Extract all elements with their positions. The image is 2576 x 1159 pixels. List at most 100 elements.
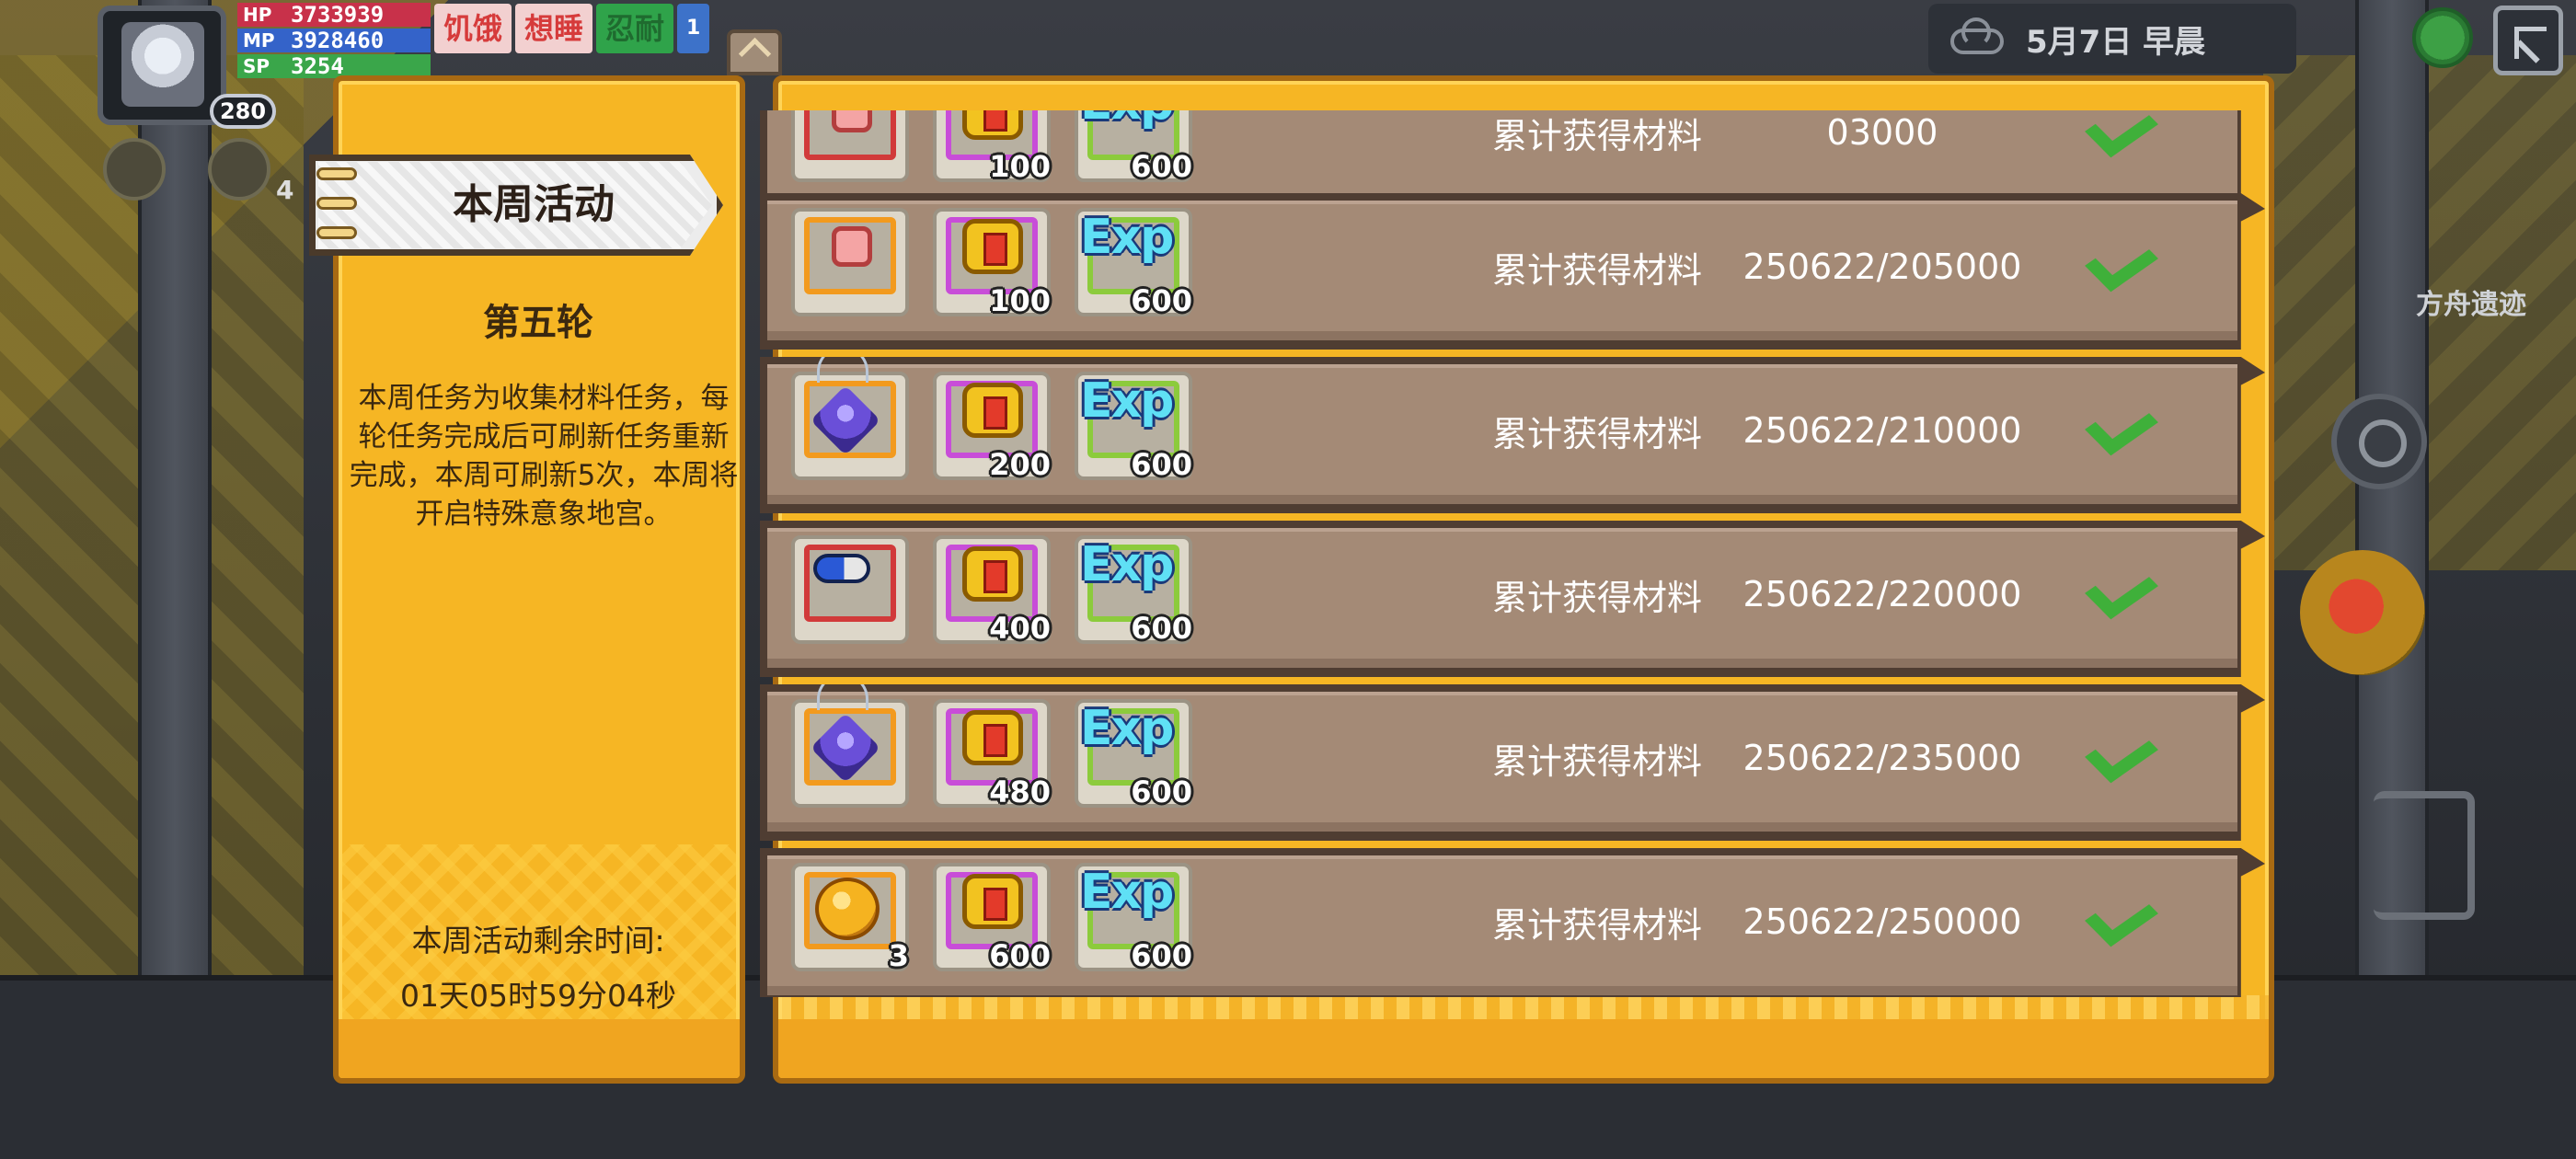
check-icon xyxy=(2081,896,2151,947)
mp-row: MP 3928460 xyxy=(237,28,431,53)
skill-icon[interactable] xyxy=(208,138,270,201)
hp-row: HP 3733939 xyxy=(237,2,431,28)
task-goal: 250622/2 05000 xyxy=(1743,193,2022,340)
collapse-arrow-icon[interactable] xyxy=(727,29,782,75)
task-row[interactable]: 200 Exp 600 累计获得材料 250622/2 10000 xyxy=(760,357,2265,513)
reward-slot[interactable]: Exp 600 xyxy=(1075,863,1192,973)
task-description: 累计获得材料 xyxy=(1491,904,1702,946)
task-goal-line2: 03000 xyxy=(1826,112,1938,153)
gift-icon xyxy=(962,710,1023,765)
avatar-face-icon xyxy=(121,22,204,107)
task-goal: 250622/2 20000 xyxy=(1743,521,2022,668)
reward-slot[interactable]: Exp 600 xyxy=(1075,535,1192,646)
hp-value: 3733939 xyxy=(283,3,431,27)
reward-slot[interactable]: Exp 600 xyxy=(1075,372,1192,482)
reward-qty: 3 xyxy=(888,938,909,973)
reward-slot[interactable] xyxy=(791,357,909,480)
hp-label: HP xyxy=(237,3,283,27)
task-goal-line1: 250622/2 xyxy=(1742,410,1911,451)
gem-string-icon xyxy=(817,357,868,383)
task-goal: 250622/2 50000 xyxy=(1743,848,2022,995)
remaining-time-label: 本周活动剩余时间: xyxy=(411,923,665,958)
task-goal: 03000 xyxy=(1754,110,2011,206)
pill-icon xyxy=(813,554,870,583)
reward-slot[interactable]: 200 xyxy=(933,372,1051,482)
bow-icon[interactable] xyxy=(2374,791,2475,920)
gift-icon xyxy=(962,874,1023,929)
reward-slot[interactable] xyxy=(791,208,909,316)
status-badge-sleep[interactable]: 想睡 xyxy=(515,4,593,53)
reward-slot[interactable] xyxy=(791,535,909,644)
reward-qty: 400 xyxy=(989,611,1051,646)
task-goal: 250622/2 35000 xyxy=(1743,684,2022,832)
gem-string-icon xyxy=(817,684,868,710)
reward-slot[interactable]: Exp 600 xyxy=(1075,208,1192,318)
check-icon xyxy=(2081,568,2151,620)
task-row[interactable]: 3 600 Exp 600 累计获得材料 250622/2 50000 xyxy=(760,848,2265,997)
bomb-icon[interactable] xyxy=(2300,550,2425,675)
task-goal-line1: 250622/2 xyxy=(1742,574,1911,614)
check-icon xyxy=(2081,110,2151,158)
check-icon xyxy=(2081,732,2151,784)
expand-icon[interactable] xyxy=(2493,6,2563,75)
task-description: 累计获得材料 xyxy=(1491,115,1702,156)
reward-slot[interactable]: 100 xyxy=(933,110,1051,184)
gift-icon xyxy=(962,383,1023,438)
check-icon xyxy=(2081,241,2151,293)
status-badge-extra[interactable]: 1 xyxy=(677,4,710,53)
reward-slot[interactable] xyxy=(791,110,909,182)
reward-slot[interactable]: 3 xyxy=(791,863,909,973)
reward-slot[interactable]: Exp 600 xyxy=(1075,699,1192,809)
reward-slot[interactable]: 600 xyxy=(933,863,1051,973)
mp-label: MP xyxy=(237,29,283,52)
sp-label: SP xyxy=(237,54,283,78)
gift-icon xyxy=(962,219,1023,274)
task-goal-line2: 20000 xyxy=(1910,574,2022,614)
reward-slot[interactable]: 100 xyxy=(933,208,1051,318)
gift-icon xyxy=(962,110,1023,140)
reward-qty: 600 xyxy=(1131,283,1192,318)
task-goal-line2: 50000 xyxy=(1910,901,2022,942)
task-goal-line2: 10000 xyxy=(1910,410,2022,451)
task-description: 累计获得材料 xyxy=(1491,413,1702,454)
task-row[interactable]: 480 Exp 600 累计获得材料 250622/2 35000 xyxy=(760,684,2265,841)
reward-qty: 100 xyxy=(989,283,1051,318)
globe-icon[interactable] xyxy=(2412,7,2473,68)
reward-qty: 600 xyxy=(1131,938,1192,973)
player-avatar[interactable] xyxy=(98,6,226,125)
task-goal-line1: 250622/2 xyxy=(1742,247,1911,287)
skill-icon[interactable] xyxy=(103,138,166,201)
status-badge-endure[interactable]: 忍耐 xyxy=(596,4,674,53)
reward-slot[interactable]: Exp 600 xyxy=(1075,110,1192,184)
task-goal-line1: 250622/2 xyxy=(1742,901,1911,942)
task-list[interactable]: 100 Exp 600 累计获得材料 03000 100 Exp 600 累计获得材… xyxy=(760,110,2269,997)
reward-slot[interactable]: 400 xyxy=(933,535,1051,646)
golden-apple-icon xyxy=(815,878,880,940)
exp-icon: Exp xyxy=(1080,110,1174,131)
reward-slot[interactable]: 480 xyxy=(933,699,1051,809)
remaining-time-value: 01天05时59分04秒 xyxy=(400,978,676,1014)
exp-icon: Exp xyxy=(1080,537,1174,592)
activity-description: 本周任务为收集材料任务，每轮任务完成后可刷新任务重新完成，本周可刷新5次，本周将… xyxy=(349,382,739,531)
check-icon xyxy=(2081,405,2151,456)
task-description: 累计获得材料 xyxy=(1491,740,1702,782)
search-icon[interactable] xyxy=(2331,394,2427,489)
skill-count: 4 xyxy=(276,175,294,205)
cloud-icon xyxy=(1945,16,2009,62)
task-goal-line2: 35000 xyxy=(1910,738,2022,778)
reward-qty: 200 xyxy=(989,447,1051,482)
round-title: 第五轮 xyxy=(483,302,593,344)
reward-slot[interactable] xyxy=(791,684,909,808)
ticket-icon xyxy=(832,226,872,267)
mp-value: 3928460 xyxy=(283,29,431,52)
task-goal: 250622/2 10000 xyxy=(1743,357,2022,504)
exp-icon: Exp xyxy=(1080,210,1174,265)
player-stats: HP 3733939 MP 3928460 SP 3254 xyxy=(237,2,431,81)
reward-qty: 600 xyxy=(1131,447,1192,482)
status-badge-hunger[interactable]: 饥饿 xyxy=(434,4,512,53)
reward-qty: 600 xyxy=(1131,149,1192,184)
task-row[interactable]: 100 Exp 600 累计获得材料 250622/2 05000 xyxy=(760,193,2265,350)
reward-qty: 100 xyxy=(989,149,1051,184)
task-row[interactable]: 400 Exp 600 累计获得材料 250622/2 20000 xyxy=(760,521,2265,677)
ticket-icon xyxy=(832,110,872,132)
